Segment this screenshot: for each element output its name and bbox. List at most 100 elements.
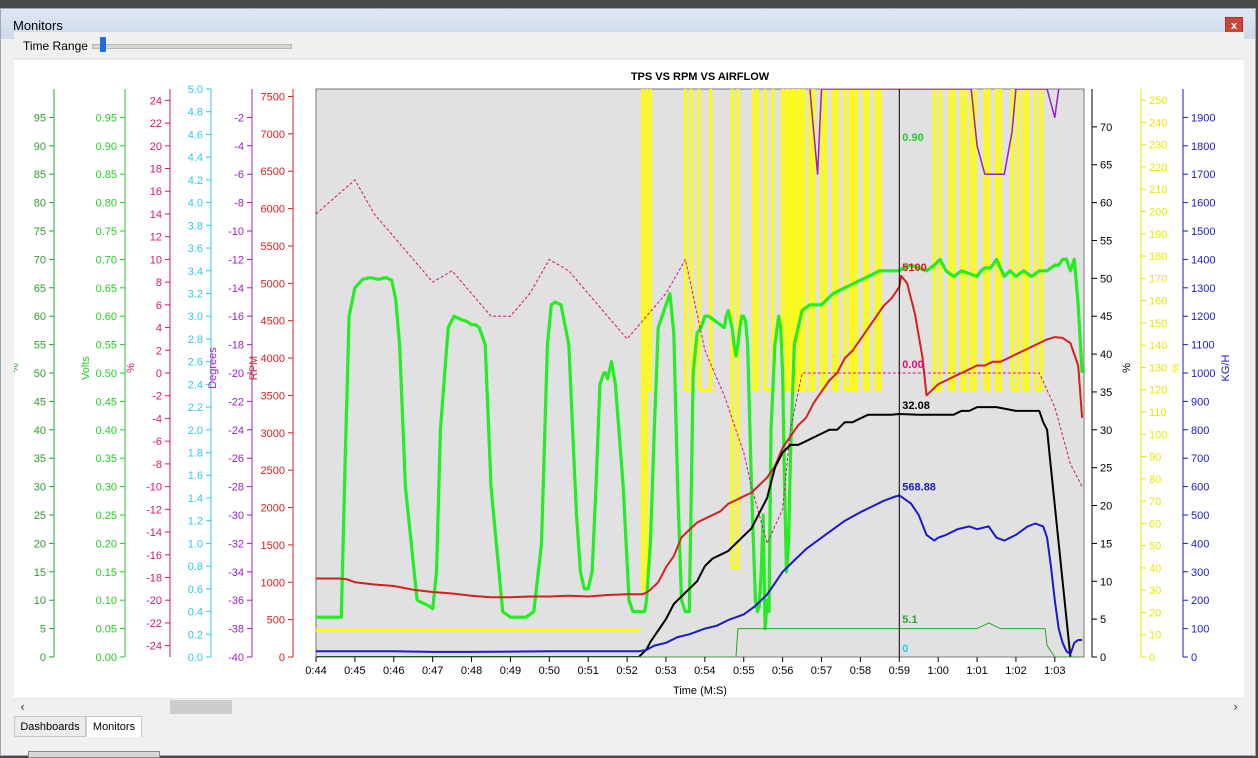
y-tick-label: 0 — [1191, 652, 1197, 664]
y-tick-label: 220 — [1149, 162, 1167, 174]
y-tick-label: -34 — [228, 567, 244, 579]
x-tick-label: 0:53 — [655, 665, 676, 677]
y-tick-label: 22 — [150, 118, 162, 130]
y-tick-label: 110 — [1149, 407, 1167, 419]
tab-monitors[interactable]: Monitors — [86, 716, 142, 737]
y-tick-label: 70 — [1149, 496, 1161, 508]
y-tick-label: 25 — [34, 510, 46, 522]
y-tick-label: -16 — [146, 550, 162, 562]
y-tick-label: 80 — [1149, 474, 1161, 486]
y-tick-label: 16 — [150, 186, 162, 198]
x-tick-label: 1:00 — [927, 665, 948, 677]
y-tick-label: -14 — [228, 283, 244, 295]
y-tick-label: 6500 — [261, 166, 285, 178]
y-tick-label: 200 — [1149, 207, 1167, 219]
scroll-left-arrow-icon[interactable]: ‹ — [14, 699, 31, 715]
y-tick-label: 7500 — [261, 91, 285, 103]
y-tick-label: 3.8 — [188, 220, 203, 232]
y-tick-label: 0.75 — [96, 226, 117, 238]
y-tick-label: 35 — [1100, 387, 1112, 399]
y-tick-label: 6 — [156, 300, 162, 312]
cursor-value-label: 0.90 — [902, 132, 923, 144]
y-tick-label: 160 — [1149, 296, 1167, 308]
y-tick-label: 70 — [34, 254, 46, 266]
y-axis-title: % — [14, 363, 21, 373]
horizontal-scrollbar[interactable]: ‹ › — [14, 698, 1244, 716]
scroll-thumb[interactable] — [170, 700, 232, 714]
y-tick-label: 170 — [1149, 273, 1167, 285]
y-tick-label: -32 — [228, 538, 244, 550]
y-tick-label: 18 — [150, 164, 162, 176]
y-tick-label: 12 — [150, 232, 162, 244]
y-tick-label: 1.4 — [188, 493, 203, 505]
y-tick-label: 700 — [1191, 453, 1209, 465]
y-tick-label: 24 — [150, 95, 162, 107]
x-tick-label: 1:02 — [1005, 665, 1026, 677]
x-tick-label: 0:50 — [539, 665, 560, 677]
y-tick-label: 65 — [1100, 160, 1112, 172]
y-tick-label: 2.0 — [188, 425, 203, 437]
cursor-value-label: 568.88 — [902, 481, 936, 493]
y-tick-label: 30 — [1100, 425, 1112, 437]
y-tick-label: 70 — [1100, 122, 1112, 134]
y-tick-label: 0.70 — [96, 254, 117, 266]
y-tick-label: 0.25 — [96, 510, 117, 522]
y-tick-label: 4000 — [261, 353, 285, 365]
y-tick-label: -38 — [228, 624, 244, 636]
y-tick-label: 800 — [1191, 425, 1209, 437]
scroll-right-arrow-icon[interactable]: › — [1227, 699, 1244, 715]
y-tick-label: 55 — [34, 340, 46, 352]
y-tick-label: 230 — [1149, 140, 1167, 152]
y-tick-label: 4 — [156, 323, 162, 335]
time-range-slider-thumb[interactable] — [100, 37, 106, 52]
y-tick-label: 2.6 — [188, 357, 203, 369]
y-tick-label: 0.95 — [96, 112, 117, 124]
y-tick-label: 180 — [1149, 251, 1167, 263]
y-tick-label: 0.4 — [188, 607, 203, 619]
y-tick-label: 60 — [1100, 198, 1112, 210]
y-tick-label: 1200 — [1191, 311, 1215, 323]
y-tick-label: 2500 — [261, 465, 285, 477]
y-axis-title: Degrees — [207, 347, 219, 389]
y-tick-label: 1500 — [261, 540, 285, 552]
y-tick-label: -10 — [228, 226, 244, 238]
x-tick-label: 0:57 — [811, 665, 832, 677]
y-tick-label: 500 — [1191, 510, 1209, 522]
y-tick-label: 0 — [1149, 652, 1155, 664]
y-tick-label: -22 — [228, 396, 244, 408]
y-tick-label: 150 — [1149, 318, 1167, 330]
y-tick-label: 100 — [1149, 429, 1167, 441]
y-tick-label: 210 — [1149, 184, 1167, 196]
cursor-value-label: 5.1 — [902, 614, 917, 626]
x-tick-label: 0:52 — [616, 665, 637, 677]
y-tick-label: 240 — [1149, 117, 1167, 129]
time-range-label: Time Range — [23, 39, 88, 53]
y-tick-label: 55 — [1100, 235, 1112, 247]
y-tick-label: 1800 — [1191, 141, 1215, 153]
y-tick-label: -8 — [152, 459, 162, 471]
y-tick-label: 0.6 — [188, 584, 203, 596]
y-tick-label: 4.0 — [188, 198, 203, 210]
y-axis-volts: 0.00 0.05 0.10 0.15 0.20 0.25 0.30 0.35 0.40 0.45… — [80, 89, 126, 664]
y-axis-degrees: -40 -38 -36 -34 -32 -30 -28 -26 -24 -22 -20 -18 -16 -… — [207, 89, 253, 664]
y-tick-label: -20 — [146, 595, 162, 607]
cursor-value-label: 0.00 — [902, 359, 923, 371]
y-tick-label: 3.2 — [188, 288, 203, 300]
y-tick-label: 8 — [156, 277, 162, 289]
y-tick-label: 0 — [1100, 652, 1106, 664]
y-tick-label: 1.6 — [188, 470, 203, 482]
y-tick-label: 1700 — [1191, 169, 1215, 181]
y-tick-label: 0.50 — [96, 368, 117, 380]
y-tick-label: 5.0 — [188, 84, 203, 96]
tab-bar: Dashboards Monitors — [14, 716, 1244, 738]
time-range-slider[interactable] — [92, 44, 292, 49]
y-tick-label: -24 — [146, 641, 162, 653]
y-tick-label: 1100 — [1191, 340, 1215, 352]
y-tick-label: 100 — [1191, 624, 1209, 636]
y-tick-label: -12 — [146, 504, 162, 516]
tab-dashboards[interactable]: Dashboards — [14, 716, 86, 737]
y-tick-label: 3.0 — [188, 311, 203, 323]
y-tick-label: 10 — [1100, 576, 1112, 588]
y-tick-label: 10 — [150, 254, 162, 266]
y-tick-label: 1.2 — [188, 516, 203, 528]
